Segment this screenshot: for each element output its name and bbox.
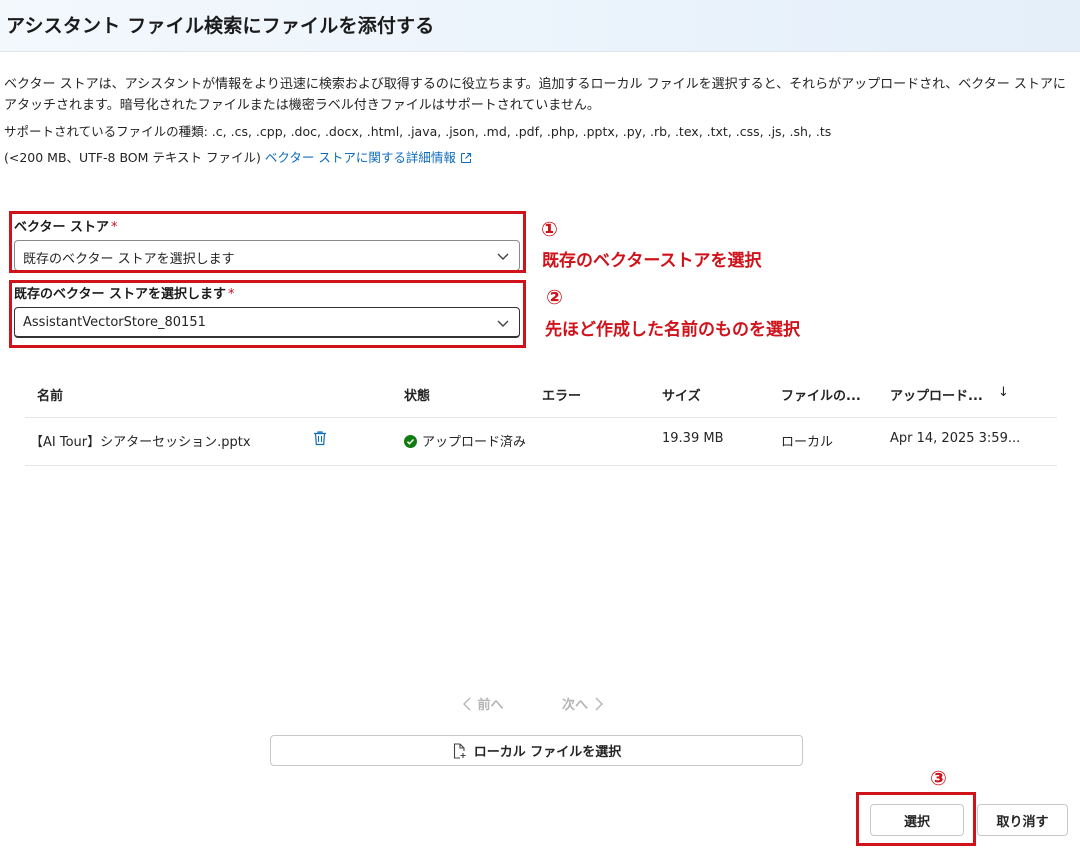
description-text: ベクター ストアは、アシスタントが情報をより迅速に検索および取得するのに役立ちま… <box>4 77 1066 113</box>
column-header-uploaded[interactable]: アップロード... <box>890 385 983 404</box>
table-row-divider <box>25 465 1057 466</box>
column-header-error[interactable]: エラー <box>542 385 581 404</box>
learn-more-link-label: ベクター ストアに関する詳細情報 <box>264 150 456 165</box>
dialog-title: アシスタント ファイル検索にファイルを添付する <box>6 15 435 37</box>
select-local-file-button[interactable]: ローカル ファイルを選択 <box>270 735 803 766</box>
prev-page-label: 前へ <box>477 698 504 713</box>
file-add-icon <box>453 742 466 759</box>
column-header-size[interactable]: サイズ <box>662 385 701 404</box>
chevron-right-icon <box>595 697 603 711</box>
learn-more-link[interactable]: ベクター ストアに関する詳細情報 <box>265 150 472 165</box>
chevron-left-icon <box>463 697 471 711</box>
prev-page-button[interactable]: 前へ <box>461 694 504 713</box>
trash-icon[interactable] <box>313 430 327 446</box>
next-page-button[interactable]: 次へ <box>562 694 605 713</box>
column-header-status[interactable]: 状態 <box>404 385 430 404</box>
annotation-number-1: ① <box>541 217 558 241</box>
file-source-cell: ローカル <box>781 435 834 450</box>
check-circle-icon <box>404 435 417 448</box>
annotation-number-3: ③ <box>930 766 947 790</box>
dialog-header: アシスタント ファイル検索にファイルを添付する <box>0 0 1080 52</box>
column-header-name[interactable]: 名前 <box>37 385 63 404</box>
uploaded-cell: Apr 14, 2025 3:59... <box>890 431 1021 446</box>
size-cell: 19.39 MB <box>662 431 724 446</box>
table-header-divider <box>25 417 1057 418</box>
annotation-box-1 <box>9 211 526 273</box>
next-page-label: 次へ <box>562 698 589 713</box>
annotation-box-3 <box>856 792 976 846</box>
annotation-box-2 <box>9 280 526 348</box>
cancel-button-label: 取り消す <box>996 814 1049 830</box>
size-limit-line: (<200 MB、UTF-8 BOM テキスト ファイル) ベクター ストアに関… <box>4 147 472 166</box>
cancel-button[interactable]: 取り消す <box>977 804 1068 836</box>
size-limit-text: (<200 MB、UTF-8 BOM テキスト ファイル) <box>4 150 261 165</box>
status-cell: アップロード済み <box>404 431 526 450</box>
file-name-cell: 【AI Tour】シアターセッション.pptx <box>30 435 251 450</box>
sort-descending-icon[interactable]: ↓ <box>998 385 1009 400</box>
select-local-file-label: ローカル ファイルを選択 <box>473 745 622 760</box>
status-text: アップロード済み <box>422 435 527 450</box>
supported-file-types: サポートされているファイルの種類: .c, .cs, .cpp, .doc, .… <box>4 124 832 139</box>
column-header-file-source[interactable]: ファイルの... <box>781 385 861 404</box>
annotation-text-2: 先ほど作成した名前のものを選択 <box>545 320 800 340</box>
annotation-number-2: ② <box>546 285 563 309</box>
external-link-icon <box>460 152 471 164</box>
annotation-text-1: 既存のベクターストアを選択 <box>542 251 762 271</box>
